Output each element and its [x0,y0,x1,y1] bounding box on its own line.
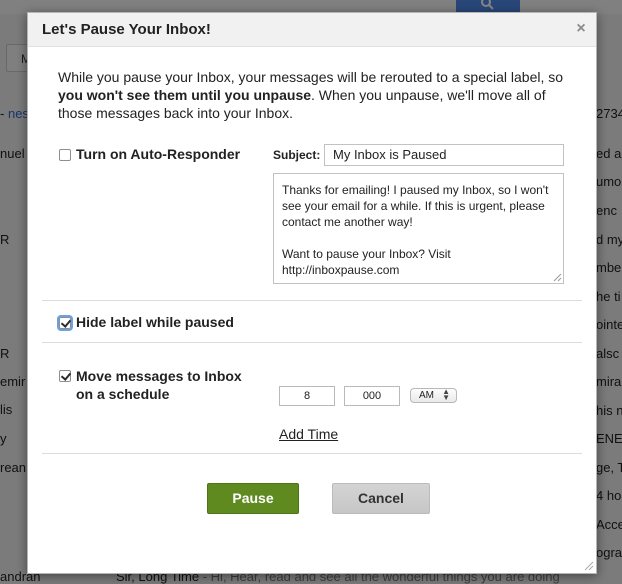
auto-responder-option[interactable]: Turn on Auto-Responder [59,146,240,162]
minute-input[interactable]: 000 [344,386,400,406]
select-arrows-icon: ▲ ▼ [442,387,450,402]
divider [42,300,582,301]
intro-text: While you pause your Inbox, your message… [58,68,583,122]
subject-label: Subject: [273,148,321,162]
ampm-select[interactable]: AM ▲ ▼ [410,388,457,403]
schedule-option[interactable]: Move messages to Inbox on a schedule [59,367,242,403]
schedule-checkbox[interactable] [59,370,71,382]
dialog-resize-grip-icon[interactable] [584,561,594,571]
ampm-value: AM [419,390,434,401]
hide-label-checkbox[interactable] [57,315,73,331]
hour-input[interactable]: 8 [279,386,335,406]
intro-text-part1: While you pause your Inbox, your message… [58,69,564,85]
schedule-label: Move messages to Inbox on a schedule [76,367,242,403]
pause-inbox-dialog: Let's Pause Your Inbox! × While you paus… [27,12,597,574]
divider [42,453,582,454]
resize-grip-icon[interactable] [553,273,562,282]
intro-text-bold: you won't see them until you unpause [58,87,312,103]
pause-button[interactable]: Pause [207,483,299,514]
cancel-button[interactable]: Cancel [332,483,430,514]
divider [42,342,582,343]
schedule-label-line1: Move messages to Inbox [76,368,242,384]
schedule-label-line2: on a schedule [76,386,170,402]
hide-label-text: Hide label while paused [76,314,234,330]
auto-responder-message-textarea[interactable]: Thanks for emailing! I paused my Inbox, … [273,173,564,284]
auto-responder-label: Turn on Auto-Responder [76,146,241,162]
subject-input[interactable]: My Inbox is Paused [324,144,564,166]
close-icon[interactable]: × [573,20,589,38]
add-time-link[interactable]: Add Time [279,426,338,442]
dialog-title: Let's Pause Your Inbox! [42,21,211,38]
auto-responder-checkbox[interactable] [59,149,71,161]
dialog-header: Let's Pause Your Inbox! × [28,13,596,47]
hide-label-option[interactable]: Hide label while paused [57,314,234,331]
